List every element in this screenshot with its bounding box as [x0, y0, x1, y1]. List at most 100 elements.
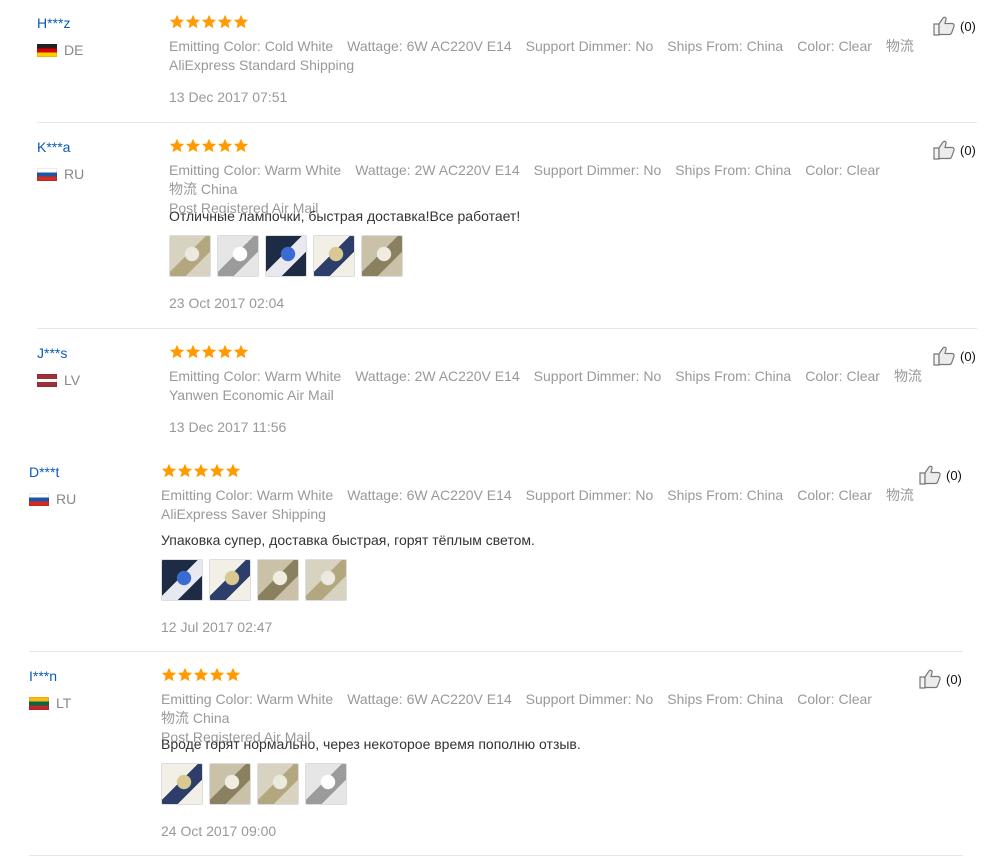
country-code: DE — [64, 42, 84, 58]
star-rating — [161, 667, 241, 683]
attribute-value: Clear — [838, 38, 872, 54]
reviewer-name[interactable]: I***n — [29, 668, 57, 684]
review-comment: Упаковка супер, доставка быстрая, горят … — [161, 532, 535, 548]
order-attribute: Ships From: China — [675, 162, 791, 178]
review-photo-thumbnail[interactable] — [161, 559, 203, 601]
helpful-button[interactable]: (0) — [932, 345, 976, 367]
review-photo-thumbnail[interactable] — [217, 235, 259, 277]
review-photo-thumbnail[interactable] — [257, 763, 299, 805]
star-icon — [169, 14, 185, 29]
attribute-key: Support Dimmer: — [533, 368, 640, 384]
star-icon — [209, 463, 225, 478]
thumbs-up-icon — [919, 465, 941, 485]
shipping-method: Yanwen Economic Air Mail — [169, 387, 334, 403]
helpful-button[interactable]: (0) — [932, 15, 976, 37]
helpful-count: (0) — [946, 671, 962, 687]
helpful-button[interactable]: (0) — [932, 139, 976, 161]
attribute-key: Wattage: — [347, 38, 403, 54]
attribute-key: Wattage: — [347, 487, 403, 503]
order-attribute: Support Dimmer: No — [526, 691, 654, 707]
attribute-key: Emitting Color: — [169, 162, 261, 178]
reviewer-country: RU — [29, 491, 76, 507]
star-rating — [161, 463, 241, 479]
attribute-value: Clear — [846, 368, 880, 384]
attribute-value: No — [635, 487, 654, 503]
review-photo-thumbnail[interactable] — [209, 763, 251, 805]
reviewer-name[interactable]: H***z — [37, 15, 70, 31]
order-attribute: Support Dimmer: No — [526, 38, 654, 54]
review-photo-thumbnail[interactable] — [161, 763, 203, 805]
order-attribute: Emitting Color: Cold White — [169, 38, 333, 54]
review-photo-thumbnail[interactable] — [265, 235, 307, 277]
attribute-key: Support Dimmer: — [533, 162, 640, 178]
attribute-key: Emitting Color: — [169, 368, 261, 384]
review-date: 12 Jul 2017 02:47 — [161, 619, 273, 635]
star-icon — [225, 667, 241, 682]
star-icon — [193, 463, 209, 478]
attribute-value: 2W AC220V E14 — [414, 162, 520, 178]
star-rating — [169, 138, 249, 154]
review-divider — [29, 855, 963, 856]
order-attribute: Ships From: China — [667, 691, 783, 707]
reviewer-name[interactable]: K***a — [37, 139, 70, 155]
order-attribute: 物流 — [886, 38, 914, 54]
helpful-button[interactable]: (0) — [918, 668, 962, 690]
attribute-value: Clear — [838, 691, 872, 707]
attribute-key: Color: — [805, 162, 843, 178]
review-photo-thumbnail[interactable] — [361, 235, 403, 277]
order-attribute: Emitting Color: Warm White — [161, 487, 333, 503]
helpful-button[interactable]: (0) — [918, 464, 962, 486]
review-photo-thumbnail[interactable] — [209, 559, 251, 601]
attribute-value: Cold White — [264, 38, 334, 54]
review-item: I***n LT Emitting Color: Warm White Watta… — [0, 653, 1000, 856]
flag-de-icon — [37, 43, 57, 57]
review-item: K***a RU Emitting Color: Warm White Watta… — [0, 124, 1000, 328]
star-icon — [225, 463, 241, 478]
attribute-key: Color: — [797, 38, 835, 54]
order-attribute: Support Dimmer: No — [534, 162, 662, 178]
order-attribute: Color: Clear — [797, 38, 872, 54]
order-attribute: 物流 China — [169, 181, 237, 197]
star-icon — [233, 138, 249, 153]
attribute-key: Wattage: — [347, 691, 403, 707]
attribute-key: Color: — [805, 368, 843, 384]
attribute-key: Support Dimmer: — [525, 487, 632, 503]
star-icon — [185, 14, 201, 29]
order-attribute: Wattage: 2W AC220V E14 — [355, 368, 519, 384]
order-attributes: Emitting Color: Cold White Wattage: 6W AC… — [169, 37, 944, 75]
review-photo-thumbnail[interactable] — [257, 559, 299, 601]
attribute-value: 6W AC220V E14 — [406, 38, 512, 54]
review-photo-thumbnail[interactable] — [313, 235, 355, 277]
review-item: H***z DE Emitting Color: Cold White Watta… — [0, 0, 1000, 122]
attribute-key: 物流 — [161, 710, 189, 726]
attribute-key: Emitting Color: — [169, 38, 261, 54]
review-comment: Отличные лампочки, быстрая доставка!Все … — [169, 208, 521, 224]
attribute-key: 物流 — [169, 181, 197, 197]
review-date: 13 Dec 2017 07:51 — [169, 89, 288, 105]
attribute-value: No — [635, 691, 654, 707]
order-attribute: 物流 China — [161, 710, 229, 726]
attribute-key: Ships From: — [675, 368, 751, 384]
attribute-key: Color: — [797, 487, 835, 503]
review-photo-thumbnail[interactable] — [169, 235, 211, 277]
flag-ru-icon — [29, 492, 49, 506]
order-attribute: 物流 — [886, 487, 914, 503]
order-attribute: Ships From: China — [667, 38, 783, 54]
order-attribute: Emitting Color: Warm White — [169, 162, 341, 178]
attribute-value: No — [635, 38, 654, 54]
star-icon — [169, 344, 185, 359]
attribute-value: 2W AC220V E14 — [414, 368, 520, 384]
reviewer-country: DE — [37, 42, 83, 58]
attribute-value: No — [643, 368, 662, 384]
flag-lt-icon — [29, 696, 49, 710]
order-attribute: Ships From: China — [675, 368, 791, 384]
star-icon — [217, 344, 233, 359]
review-comment: Вроде горят нормально, через некоторое в… — [161, 736, 581, 752]
review-photo-thumbnail[interactable] — [305, 559, 347, 601]
reviewer-name[interactable]: D***t — [29, 464, 59, 480]
review-photo-thumbnail[interactable] — [305, 763, 347, 805]
review-date: 24 Oct 2017 09:00 — [161, 823, 277, 839]
reviewer-name[interactable]: J***s — [37, 345, 67, 361]
review-divider — [37, 328, 977, 329]
review-photos — [169, 235, 403, 277]
